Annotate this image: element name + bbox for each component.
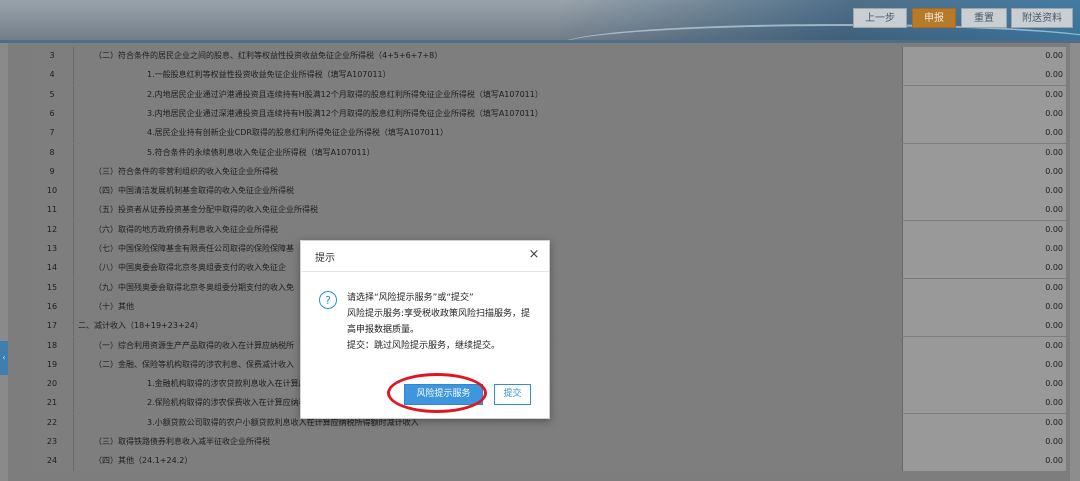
scrollbar-track[interactable]	[1070, 43, 1080, 481]
dialog-header: 提示 ×	[301, 241, 549, 272]
amount-cell[interactable]: 0.00	[902, 220, 1066, 240]
table-row: 3 （二）符合条件的居民企业之间的股息、红利等权益性投资收益免征企业所得税（4+5…	[31, 47, 1066, 66]
table-row: 9 （三）符合条件的非营利组织的收入免征企业所得税 0.00	[31, 162, 1066, 182]
amount-cell[interactable]: 0.00	[902, 66, 1066, 86]
message-line-choose: 请选择“风险提示服务”或“提交”	[347, 293, 474, 303]
row-number: 13	[31, 240, 74, 259]
row-description: （四）中国清洁发展机制基金取得的收入免征企业所得税	[74, 182, 902, 202]
amount-cell[interactable]: 0.00	[902, 317, 1066, 337]
top-header: 上一步 申报 重置 附送资料	[0, 0, 1080, 43]
sidebar-toggle-icon[interactable]: ‹	[0, 341, 8, 375]
row-number: 11	[31, 201, 74, 221]
amount-cell[interactable]: 0.00	[902, 124, 1066, 144]
amount-cell[interactable]: 0.00	[902, 143, 1066, 163]
amount-cell[interactable]: 0.00	[902, 433, 1066, 452]
row-description: （三）符合条件的非营利组织的收入免征企业所得税	[74, 162, 902, 182]
row-description: （二）符合条件的居民企业之间的股息、红利等权益性投资收益免征企业所得税（4+5+…	[74, 47, 902, 66]
row-number: 12	[31, 220, 74, 240]
amount-cell[interactable]: 0.00	[902, 240, 1066, 259]
risk-alert-service-button[interactable]: 风险提示服务	[404, 384, 483, 405]
dialog-message: 请选择“风险提示服务”或“提交” 风险提示服务:享受税收政策风险扫描服务，提高申…	[347, 290, 535, 354]
left-sidebar	[0, 43, 8, 481]
row-description: 3.内地居民企业通过深港通投资且连续持有H股满12个月取得的股息红利所得免征企业…	[74, 104, 902, 124]
row-description: 2.内地居民企业通过沪港通投资且连续持有H股满12个月取得的股息红利所得免征企业…	[74, 85, 902, 105]
row-number: 5	[31, 85, 74, 105]
row-number: 14	[31, 259, 74, 279]
table-row: 12 （六）取得的地方政府债券利息收入免征企业所得税 0.00	[31, 220, 1066, 240]
row-number: 22	[31, 413, 74, 433]
row-description: 5.符合条件的永续债利息收入免征企业所得税（填写A107011）	[74, 143, 902, 163]
question-icon: ?	[319, 291, 337, 309]
previous-step-button[interactable]: 上一步	[853, 8, 907, 28]
amount-cell[interactable]: 0.00	[902, 162, 1066, 182]
amount-cell[interactable]: 0.00	[902, 336, 1066, 356]
row-number: 20	[31, 375, 74, 395]
row-description: （四）其他（24.1+24.2）	[74, 452, 902, 472]
row-description: （五）投资者从证券投资基金分配中取得的收入免征企业所得税	[74, 201, 902, 221]
attach-documents-button[interactable]: 附送资料	[1011, 8, 1073, 28]
row-number: 7	[31, 124, 74, 144]
row-description: （三）取得铁路债券利息收入减半征收企业所得税	[74, 433, 902, 452]
row-number: 21	[31, 394, 74, 414]
row-description: （六）取得的地方政府债券利息收入免征企业所得税	[74, 220, 902, 240]
prompt-dialog: 提示 × ? 请选择“风险提示服务”或“提交” 风险提示服务:享受税收政策风险扫…	[300, 240, 550, 419]
table-row: 4 1.一般股息红利等权益性投资收益免征企业所得税（填写A107011） 0.00	[31, 66, 1066, 86]
amount-cell[interactable]: 0.00	[902, 452, 1066, 472]
table-row: 24 （四）其他（24.1+24.2） 0.00	[31, 452, 1066, 472]
amount-cell[interactable]: 0.00	[902, 47, 1066, 66]
amount-cell[interactable]: 0.00	[902, 85, 1066, 105]
row-number: 4	[31, 66, 74, 86]
amount-cell[interactable]: 0.00	[902, 394, 1066, 414]
row-number: 15	[31, 278, 74, 298]
amount-cell[interactable]: 0.00	[902, 413, 1066, 433]
table-row: 5 2.内地居民企业通过沪港通投资且连续持有H股满12个月取得的股息红利所得免征企…	[31, 85, 1066, 105]
amount-cell[interactable]: 0.00	[902, 355, 1066, 375]
row-number: 19	[31, 355, 74, 375]
reset-button[interactable]: 重置	[961, 8, 1007, 28]
table-row: 8 5.符合条件的永续债利息收入免征企业所得税（填写A107011） 0.00	[31, 143, 1066, 163]
submit-button[interactable]: 提交	[494, 384, 531, 405]
row-description: 1.一般股息红利等权益性投资收益免征企业所得税（填写A107011）	[74, 66, 902, 86]
row-number: 10	[31, 182, 74, 202]
row-description: 4.居民企业持有创新企业CDR取得的股息红利所得免征企业所得税（填写A10701…	[74, 124, 902, 144]
close-icon[interactable]: ×	[525, 246, 543, 264]
row-number: 9	[31, 162, 74, 182]
row-number: 23	[31, 433, 74, 452]
amount-cell[interactable]: 0.00	[902, 201, 1066, 221]
table-row: 10 （四）中国清洁发展机制基金取得的收入免征企业所得税 0.00	[31, 182, 1066, 202]
row-number: 8	[31, 143, 74, 163]
row-number: 18	[31, 336, 74, 356]
table-row: 11 （五）投资者从证券投资基金分配中取得的收入免征企业所得税 0.00	[31, 201, 1066, 221]
amount-cell[interactable]: 0.00	[902, 182, 1066, 202]
declare-button[interactable]: 申报	[912, 8, 956, 28]
table-row: 23 （三）取得铁路债券利息收入减半征收企业所得税 0.00	[31, 433, 1066, 452]
row-number: 16	[31, 297, 74, 317]
header-divider	[0, 40, 1080, 43]
row-number: 24	[31, 452, 74, 472]
amount-cell[interactable]: 0.00	[902, 375, 1066, 395]
amount-cell[interactable]: 0.00	[902, 297, 1066, 317]
amount-cell[interactable]: 0.00	[902, 104, 1066, 124]
row-number: 6	[31, 104, 74, 124]
table-row: 6 3.内地居民企业通过深港通投资且连续持有H股满12个月取得的股息红利所得免征企…	[31, 104, 1066, 124]
message-line-submit: 提交：跳过风险提示服务，继续提交。	[347, 341, 501, 351]
table-row: 7 4.居民企业持有创新企业CDR取得的股息红利所得免征企业所得税（填写A1070…	[31, 124, 1066, 144]
amount-cell[interactable]: 0.00	[902, 278, 1066, 298]
message-line-risk: 风险提示服务:享受税收政策风险扫描服务，提高申报数据质量。	[347, 309, 531, 335]
dialog-title: 提示	[315, 253, 335, 264]
amount-cell[interactable]: 0.00	[902, 259, 1066, 279]
row-number: 3	[31, 47, 74, 66]
row-number: 17	[31, 317, 74, 337]
